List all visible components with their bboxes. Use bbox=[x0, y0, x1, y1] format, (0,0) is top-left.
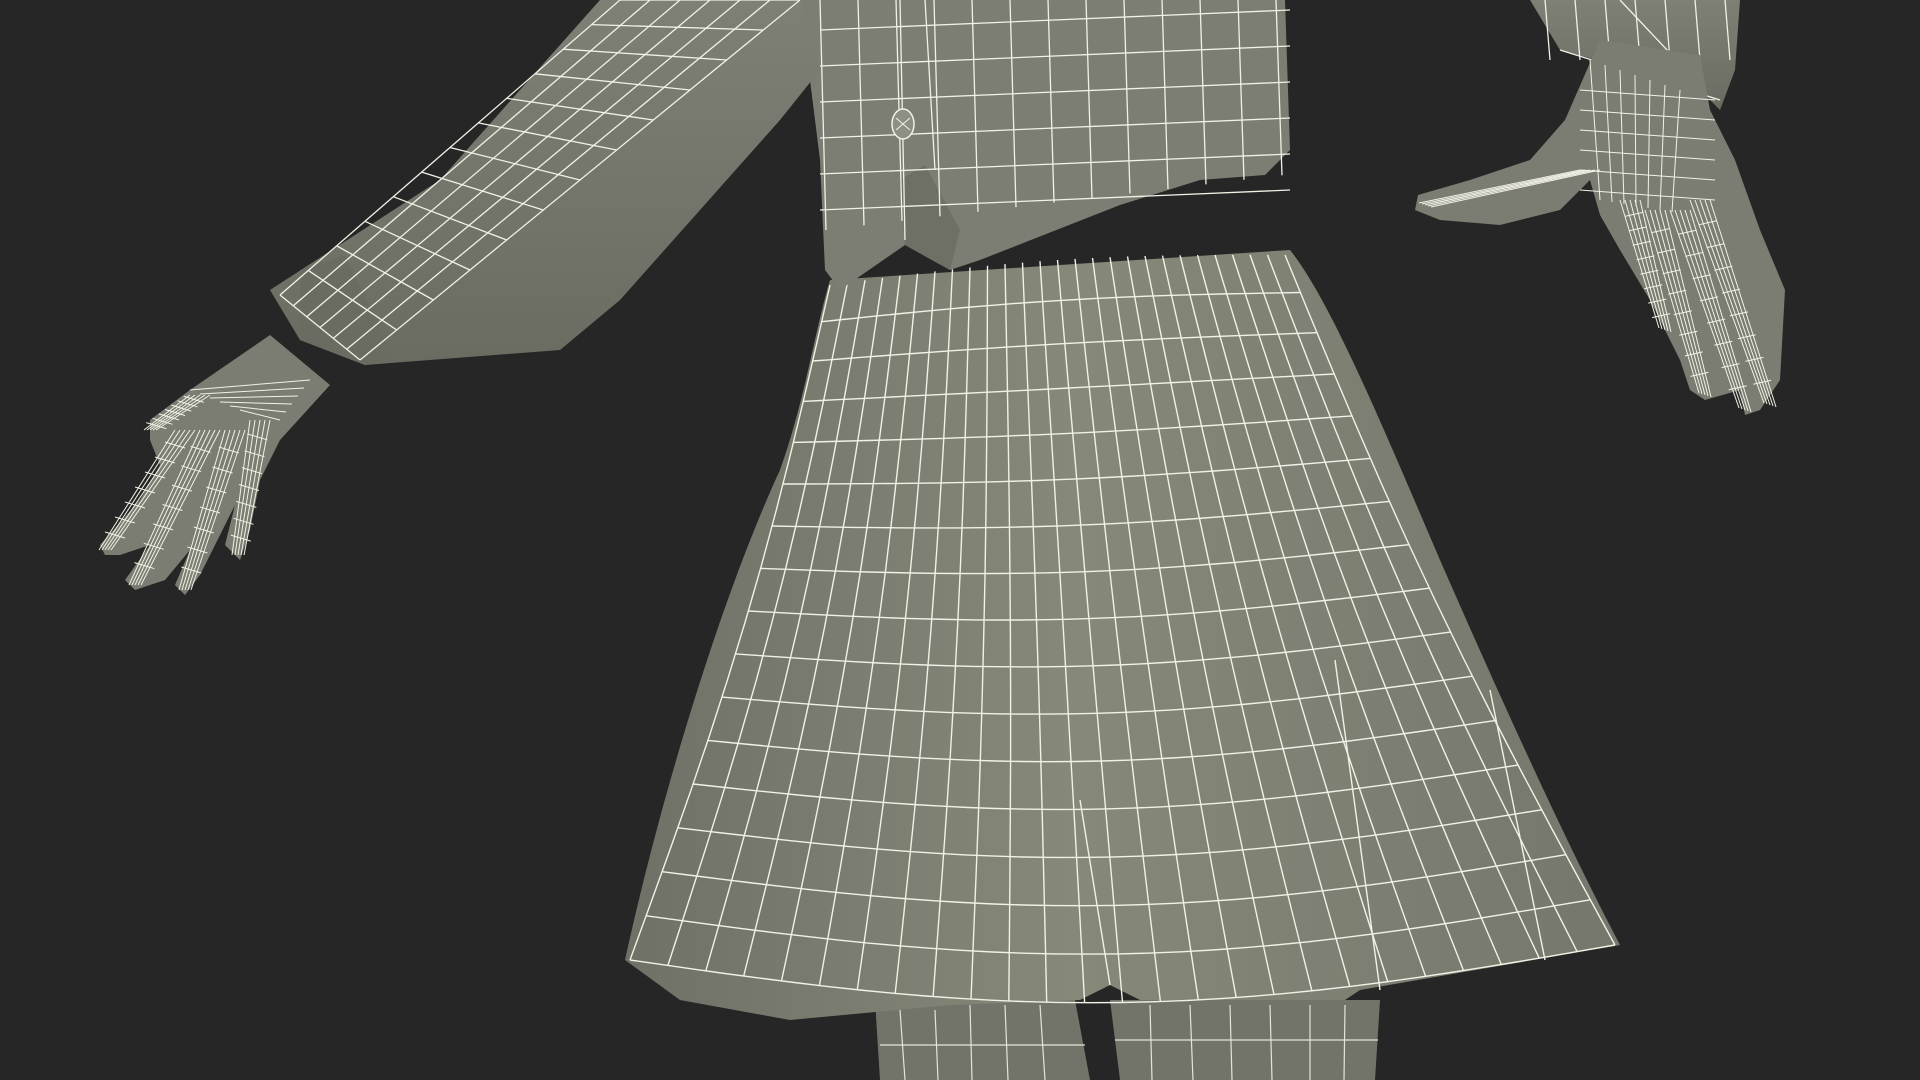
viewport bbox=[0, 0, 1920, 1080]
jacket bbox=[800, 0, 1291, 290]
wireframe-render bbox=[98, 0, 1785, 1080]
left-sleeve bbox=[270, 0, 820, 365]
legs bbox=[875, 1000, 1380, 1080]
jacket-button bbox=[891, 108, 915, 140]
skirt bbox=[625, 250, 1620, 1020]
right-hand bbox=[1415, 40, 1785, 415]
left-hand bbox=[98, 335, 330, 595]
